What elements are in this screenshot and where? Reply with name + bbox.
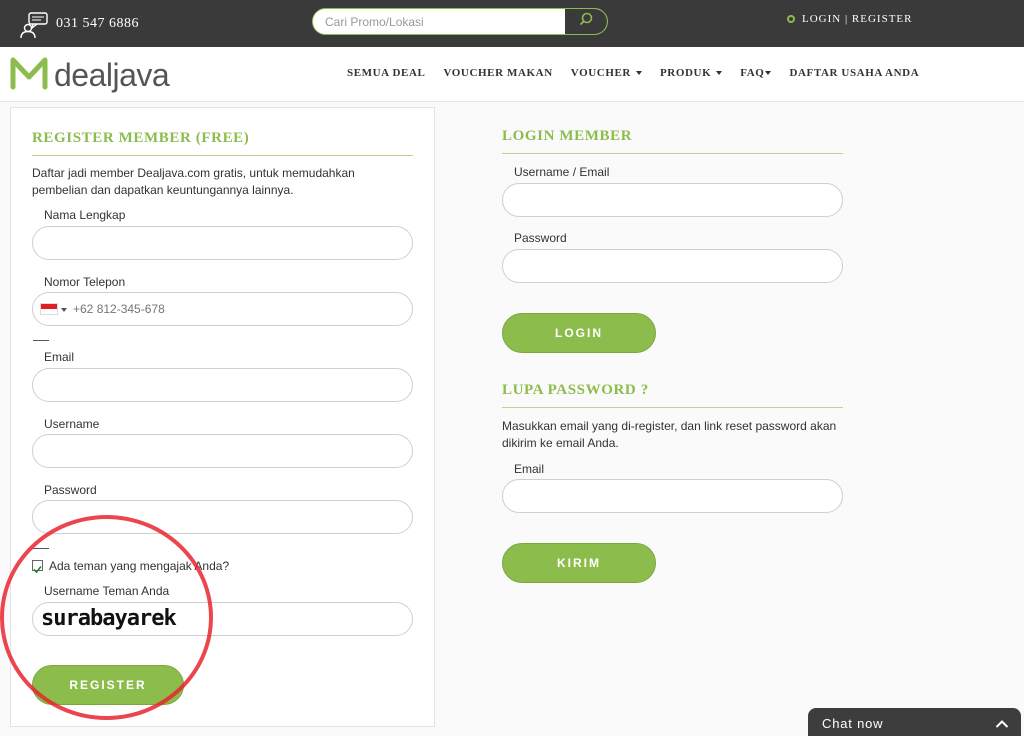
username-input[interactable] (32, 434, 413, 468)
email-input[interactable] (32, 368, 413, 402)
forgot-description: Masukkan email yang di-register, dan lin… (502, 419, 837, 450)
register-panel: REGISTER MEMBER (FREE) Daftar jadi membe… (10, 107, 435, 727)
dealjava-logo[interactable]: dealjava (10, 56, 170, 95)
referral-checkbox[interactable] (32, 560, 43, 574)
send-button[interactable]: KIRIM (502, 543, 656, 583)
search-input[interactable] (313, 9, 565, 34)
logo-text: dealjava (54, 57, 170, 93)
register-title: REGISTER MEMBER (FREE) (32, 130, 250, 146)
divider (33, 340, 49, 341)
password-input[interactable] (32, 500, 413, 534)
check-icon (33, 565, 42, 574)
full-name-input[interactable] (32, 226, 413, 260)
caret-down-icon (61, 308, 67, 312)
caret-down-icon (716, 71, 723, 76)
chevron-up-icon (995, 716, 1009, 734)
forgot-password-title: LUPA PASSWORD ? (502, 382, 649, 398)
login-title-rule (502, 153, 843, 154)
phone-field (32, 292, 413, 326)
main-navbar: dealjava SEMUA DEAL VOUCHER MAKAN VOUCHE… (0, 47, 1024, 102)
phone-label: Nomor Telepon (44, 275, 126, 289)
indonesia-flag-icon[interactable] (40, 303, 58, 315)
username-label: Username (44, 417, 100, 431)
auth-bullet-icon (787, 15, 795, 23)
forgot-email-label: Email (514, 462, 545, 476)
divider (33, 548, 49, 549)
nav-menu: SEMUA DEAL VOUCHER MAKAN VOUCHER PRODUK … (347, 67, 937, 79)
customer-support-icon (20, 11, 50, 39)
referral-label: Username Teman Anda (44, 584, 170, 598)
login-button[interactable]: LOGIN (502, 313, 656, 353)
referral-username-value: surabayarek (41, 606, 177, 631)
phone-input[interactable] (73, 294, 403, 324)
name-label: Nama Lengkap (44, 208, 126, 222)
top-bar: 031 547 6886 LOGIN | REGISTER (0, 0, 1024, 47)
auth-separator: | (841, 13, 852, 25)
search-button[interactable] (565, 9, 607, 34)
chat-label: Chat now (822, 716, 884, 731)
forgot-email-input[interactable] (502, 479, 843, 513)
nav-item-voucher[interactable]: VOUCHER (571, 67, 642, 79)
forgot-title-rule (502, 407, 843, 408)
phone-number: 031 547 6886 (56, 16, 139, 31)
caret-down-icon (635, 71, 642, 76)
email-label: Email (44, 350, 75, 364)
dealjava-logo-icon (10, 56, 48, 95)
login-password-label: Password (514, 231, 567, 245)
search-icon (579, 12, 593, 31)
nav-item-voucher-makan[interactable]: VOUCHER MAKAN (443, 67, 552, 79)
referral-checkbox-label: Ada teman yang mengajak Anda? (49, 559, 230, 573)
chat-widget[interactable]: Chat now (808, 708, 1021, 736)
register-button[interactable]: REGISTER (32, 665, 184, 705)
nav-item-produk[interactable]: PRODUK (660, 67, 723, 79)
nav-item-semua-deal[interactable]: SEMUA DEAL (347, 67, 425, 79)
password-label: Password (44, 483, 97, 497)
register-description: Daftar jadi member Dealjava.com gratis, … (32, 166, 355, 197)
login-title: LOGIN MEMBER (502, 128, 633, 144)
caret-down-icon (765, 71, 772, 76)
login-link[interactable]: LOGIN (802, 13, 841, 25)
login-password-input[interactable] (502, 249, 843, 283)
auth-links: LOGIN | REGISTER (802, 13, 912, 25)
referral-username-input[interactable]: surabayarek (32, 602, 413, 636)
nav-item-daftar-usaha[interactable]: DAFTAR USAHA ANDA (789, 67, 919, 79)
login-username-input[interactable] (502, 183, 843, 217)
search-box (312, 8, 608, 35)
nav-item-faq[interactable]: FAQ (740, 67, 772, 79)
register-title-rule (32, 155, 413, 156)
register-link[interactable]: REGISTER (852, 13, 913, 25)
login-username-label: Username / Email (514, 165, 610, 179)
